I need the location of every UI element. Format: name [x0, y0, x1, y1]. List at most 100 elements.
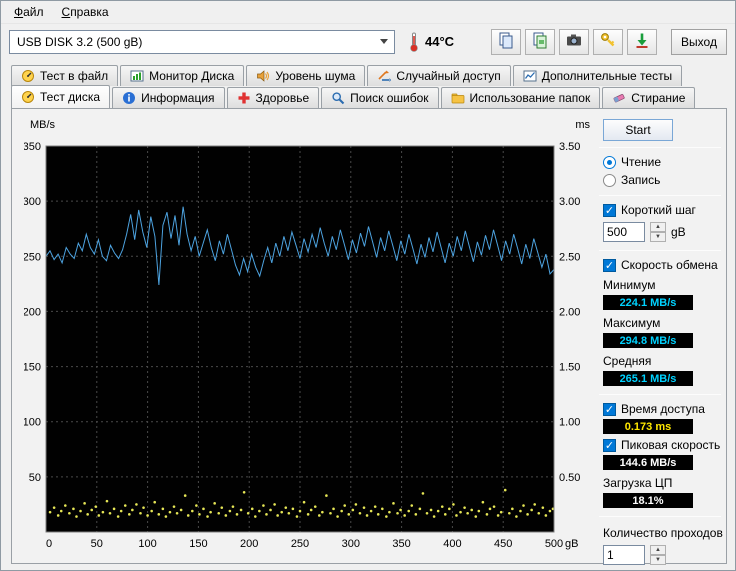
start-button[interactable]: Start: [603, 119, 673, 141]
tab-label: Случайный доступ: [396, 69, 501, 83]
thermometer-icon: [407, 30, 421, 54]
tab-error-scan[interactable]: Поиск ошибок: [321, 87, 439, 108]
tab-file-benchmark[interactable]: Тест в файл: [11, 65, 119, 86]
avg-label: Средняя: [603, 354, 652, 368]
keys-icon: [599, 31, 617, 52]
random-arrows-icon: [377, 69, 392, 83]
tab-health[interactable]: Здоровье: [226, 87, 320, 108]
write-radio-row[interactable]: Запись: [603, 173, 721, 187]
access-time-row[interactable]: ✓ Время доступа: [603, 402, 721, 416]
svg-text:300: 300: [342, 538, 360, 550]
short-stroke-label: Короткий шаг: [621, 203, 696, 217]
menu-help[interactable]: Справка: [53, 2, 118, 22]
menu-bar: Файл Справка: [1, 1, 735, 23]
svg-text:250: 250: [24, 251, 41, 263]
svg-text:150: 150: [24, 362, 41, 374]
device-select[interactable]: USB DISK 3.2 (500 gB): [9, 29, 395, 54]
benchmark-controls: Start Чтение Запись ✓ Короткий шаг ▲ ▼: [599, 119, 723, 570]
separator: [599, 516, 721, 517]
speaker-icon: [256, 69, 270, 83]
tab-label: Поиск ошибок: [350, 91, 429, 105]
separator: [599, 394, 721, 395]
short-stroke-input[interactable]: [603, 222, 645, 242]
extra-tests-icon: [523, 69, 537, 83]
save-results-button[interactable]: [627, 28, 657, 55]
copy-image-button[interactable]: [525, 28, 555, 55]
short-stroke-spinner[interactable]: ▲ ▼: [650, 222, 666, 242]
menu-file[interactable]: Файл: [5, 2, 53, 22]
tab-extra-tests[interactable]: Дополнительные тесты: [512, 65, 683, 86]
spin-up-icon[interactable]: ▲: [650, 545, 666, 555]
write-radio[interactable]: [603, 173, 616, 187]
svg-text:ms: ms: [575, 119, 590, 131]
svg-text:200: 200: [24, 306, 41, 318]
options-button[interactable]: [593, 28, 623, 55]
tab-disk-monitor[interactable]: Монитор Диска: [120, 65, 245, 86]
max-label: Максимум: [603, 316, 661, 330]
cpu-usage-label: Загрузка ЦП: [603, 476, 673, 490]
transfer-rate-label: Скорость обмена: [621, 258, 718, 272]
copy-icon: [497, 31, 515, 52]
separator: [599, 195, 721, 196]
chevron-down-icon: [380, 38, 388, 44]
pass-count-input[interactable]: [603, 545, 645, 565]
search-icon: [331, 91, 345, 105]
spin-up-icon[interactable]: ▲: [650, 222, 666, 232]
read-radio-row[interactable]: Чтение: [603, 155, 721, 169]
info-icon: [122, 91, 136, 105]
monitor-bars-icon: [130, 69, 144, 83]
read-label: Чтение: [621, 155, 662, 169]
screenshot-button[interactable]: [559, 28, 589, 55]
separator: [599, 147, 721, 148]
gauge-icon: [21, 90, 35, 104]
tab-noise-level[interactable]: Уровень шума: [246, 65, 366, 86]
burst-rate-checkbox[interactable]: ✓: [603, 438, 616, 452]
short-stroke-row[interactable]: ✓ Короткий шаг: [603, 203, 721, 217]
tab-disk-test[interactable]: Тест диска: [11, 85, 111, 108]
separator: [599, 250, 721, 251]
svg-text:3.50: 3.50: [559, 141, 580, 153]
tab-erase[interactable]: Стирание: [602, 87, 696, 108]
svg-text:50: 50: [91, 538, 103, 550]
svg-text:0: 0: [46, 538, 52, 550]
copy-image-icon: [531, 31, 549, 52]
tab-random-access[interactable]: Случайный доступ: [367, 65, 511, 86]
gauge-icon: [21, 69, 35, 83]
burst-rate-row[interactable]: ✓ Пиковая скорость: [603, 438, 721, 452]
svg-text:350: 350: [392, 538, 410, 550]
svg-text:400: 400: [443, 538, 461, 550]
read-radio[interactable]: [603, 155, 616, 169]
folder-icon: [451, 91, 465, 105]
short-stroke-size-row: ▲ ▼ gB: [603, 222, 721, 242]
tab-info[interactable]: Информация: [112, 87, 225, 108]
svg-text:MB/s: MB/s: [30, 119, 56, 131]
temperature-value: 44°C: [425, 34, 455, 49]
access-time-checkbox[interactable]: ✓: [603, 402, 616, 416]
disk-test-page: MB/s ms 350 3.50 300 3.00 250 2.50 200 2.00 150 1.5…: [11, 108, 727, 565]
copy-text-button[interactable]: [491, 28, 521, 55]
spin-down-icon[interactable]: ▼: [650, 555, 666, 565]
camera-icon: [565, 31, 583, 52]
health-cross-icon: [237, 91, 251, 105]
min-value: 224.1 MB/s: [603, 295, 693, 310]
short-stroke-unit: gB: [671, 225, 686, 239]
pass-count-spinner[interactable]: ▲ ▼: [650, 545, 666, 565]
svg-text:500: 500: [545, 538, 563, 550]
pass-count-row: ▲ ▼: [603, 545, 721, 565]
exit-button[interactable]: Выход: [671, 28, 727, 55]
avg-value: 265.1 MB/s: [603, 371, 693, 386]
cpu-usage-value: 18.1%: [603, 493, 693, 508]
svg-text:1.00: 1.00: [559, 417, 580, 429]
svg-text:100: 100: [138, 538, 156, 550]
pass-count-label: Количество проходов: [603, 526, 723, 540]
transfer-rate-checkbox[interactable]: ✓: [603, 258, 616, 272]
tab-row-primary: Тест диска Информация Здоровье Поиск оши…: [11, 85, 697, 108]
access-time-value: 0.173 ms: [603, 419, 693, 434]
short-stroke-checkbox[interactable]: ✓: [603, 203, 616, 217]
tab-folder-usage[interactable]: Использование папок: [440, 87, 601, 108]
spin-down-icon[interactable]: ▼: [650, 232, 666, 242]
transfer-rate-row[interactable]: ✓ Скорость обмена: [603, 258, 721, 272]
svg-text:150: 150: [189, 538, 207, 550]
max-value: 294.8 MB/s: [603, 333, 693, 348]
svg-text:100: 100: [24, 417, 41, 429]
